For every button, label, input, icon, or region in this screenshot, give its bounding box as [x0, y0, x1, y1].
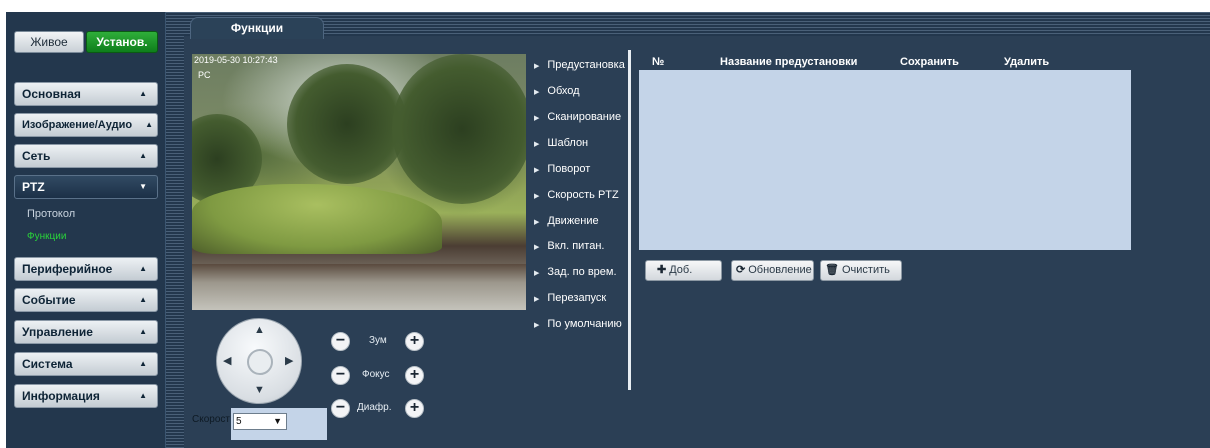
triangle-right-icon: ▶ — [534, 89, 540, 96]
sidebar-item-label: PTZ — [22, 180, 45, 194]
function-item-default[interactable]: ▶ По умолчанию — [534, 318, 622, 330]
sidebar-item-info[interactable]: Информация ▲ — [14, 384, 158, 408]
clear-button[interactable]: 🗑 Очистить — [820, 260, 902, 281]
sidebar-item-ptz[interactable]: PTZ ▼ — [14, 175, 158, 199]
setup-mode-button[interactable]: Установ. — [86, 31, 158, 53]
sidebar — [6, 12, 166, 448]
scene-pavement — [192, 264, 526, 310]
scene-tree — [392, 54, 526, 204]
sidebar-subitem-functions[interactable]: Функции — [27, 231, 66, 242]
triangle-right-icon: ▶ — [534, 193, 540, 200]
arrow-right-icon[interactable]: ▶ — [285, 354, 293, 367]
arrow-up-icon: ▲ — [139, 327, 147, 336]
speed-label: Скорост — [192, 414, 230, 425]
function-item-tour[interactable]: ▶ Обход — [534, 85, 580, 97]
iris-open-button[interactable]: + — [405, 399, 424, 418]
plus-icon: ✚ — [657, 264, 667, 276]
arrow-left-icon[interactable]: ◀ — [223, 354, 231, 367]
column-header-delete: Удалить — [1004, 56, 1050, 68]
header-bar — [184, 12, 1210, 36]
function-item-power-up[interactable]: ▶ Вкл. питан. — [534, 240, 604, 252]
triangle-right-icon: ▶ — [534, 141, 540, 148]
zoom-out-button[interactable]: − — [331, 332, 350, 351]
preset-table — [639, 54, 1131, 250]
sidebar-divider — [166, 12, 184, 448]
triangle-right-icon: ▶ — [534, 167, 540, 174]
function-item-restart[interactable]: ▶ Перезапуск — [534, 292, 606, 304]
triangle-right-icon: ▶ — [534, 219, 540, 226]
focus-in-button[interactable]: + — [405, 366, 424, 385]
column-header-number: № — [652, 56, 665, 68]
function-item-pan[interactable]: ▶ Поворот — [534, 163, 590, 175]
video-timestamp: 2019-05-30 10:27:43 — [194, 55, 278, 65]
triangle-right-icon: ▶ — [534, 63, 540, 70]
video-channel-label: PC — [198, 70, 211, 80]
ptz-direction-pad[interactable]: ▲ ▼ ◀ ▶ — [216, 318, 302, 404]
preset-table-header — [639, 54, 1131, 70]
sidebar-item-label: Сеть — [22, 149, 51, 163]
sidebar-item-label: Информация — [22, 389, 100, 403]
ptz-center-button[interactable] — [247, 349, 273, 375]
chevron-down-icon: ▼ — [273, 416, 282, 426]
sidebar-item-network[interactable]: Сеть ▲ — [14, 144, 158, 168]
sidebar-item-system[interactable]: Система ▲ — [14, 352, 158, 376]
sidebar-subitem-protocol[interactable]: Протокол — [27, 208, 75, 220]
sidebar-item-label: Периферийное — [22, 262, 113, 276]
arrow-down-icon[interactable]: ▼ — [254, 384, 265, 396]
refresh-icon: ⟳ — [736, 264, 746, 276]
function-item-ptz-speed[interactable]: ▶ Скорость PTZ — [534, 189, 619, 201]
refresh-button[interactable]: ⟳ Обновление — [731, 260, 814, 281]
column-header-preset-name: Название предустановки — [720, 56, 858, 68]
trash-icon: 🗑 — [825, 264, 839, 276]
arrow-up-icon: ▲ — [145, 120, 153, 129]
function-item-preset[interactable]: ▶ Предустановка — [534, 59, 625, 71]
triangle-right-icon: ▶ — [534, 270, 540, 277]
function-item-idle-motion[interactable]: ▶ Движение — [534, 215, 599, 227]
function-item-pattern[interactable]: ▶ Шаблон — [534, 137, 588, 149]
function-menu-divider — [628, 50, 631, 390]
arrow-up-icon: ▲ — [139, 151, 147, 160]
arrow-up-icon[interactable]: ▲ — [254, 324, 265, 336]
iris-close-button[interactable]: − — [331, 399, 350, 418]
function-item-scan[interactable]: ▶ Сканирование — [534, 111, 621, 123]
sidebar-item-label: Событие — [22, 293, 76, 307]
zoom-label: Зум — [369, 335, 387, 346]
live-mode-button[interactable]: Живое — [14, 31, 84, 53]
zoom-in-button[interactable]: + — [405, 332, 424, 351]
arrow-up-icon: ▲ — [139, 264, 147, 273]
top-bar — [0, 0, 1210, 12]
sidebar-item-event[interactable]: Событие ▲ — [14, 288, 158, 312]
column-header-save: Сохранить — [900, 56, 959, 68]
sidebar-item-image-audio[interactable]: Изображение/Аудио ▲ — [14, 113, 158, 137]
arrow-up-icon: ▲ — [139, 89, 147, 98]
arrow-up-icon: ▲ — [139, 295, 147, 304]
sidebar-item-label: Основная — [22, 87, 81, 101]
focus-out-button[interactable]: − — [331, 366, 350, 385]
sidebar-item-label: Изображение/Аудио — [22, 119, 133, 131]
video-preview: 2019-05-30 10:27:43 PC — [192, 54, 526, 310]
tab-functions[interactable]: Функции — [190, 17, 324, 39]
arrow-up-icon: ▲ — [139, 359, 147, 368]
sidebar-item-basic[interactable]: Основная ▲ — [14, 82, 158, 106]
triangle-right-icon: ▶ — [534, 322, 540, 329]
speed-value: 5 — [236, 416, 242, 427]
triangle-right-icon: ▶ — [534, 115, 540, 122]
sidebar-item-peripheral[interactable]: Периферийное ▲ — [14, 257, 158, 281]
function-item-time-task[interactable]: ▶ Зад. по врем. — [534, 266, 617, 278]
sidebar-item-label: Система — [22, 357, 73, 371]
sidebar-item-management[interactable]: Управление ▲ — [14, 320, 158, 344]
speed-select[interactable]: 5 ▼ — [233, 413, 287, 430]
focus-label: Фокус — [362, 369, 390, 380]
arrow-down-icon: ▼ — [139, 182, 147, 191]
add-preset-button[interactable]: ✚ Доб. — [645, 260, 722, 281]
triangle-right-icon: ▶ — [534, 244, 540, 251]
sidebar-item-label: Управление — [22, 325, 93, 339]
triangle-right-icon: ▶ — [534, 296, 540, 303]
scene-tree — [287, 64, 407, 184]
arrow-up-icon: ▲ — [139, 391, 147, 400]
iris-label: Диафр. — [357, 402, 392, 413]
scene-hedge — [192, 184, 442, 254]
